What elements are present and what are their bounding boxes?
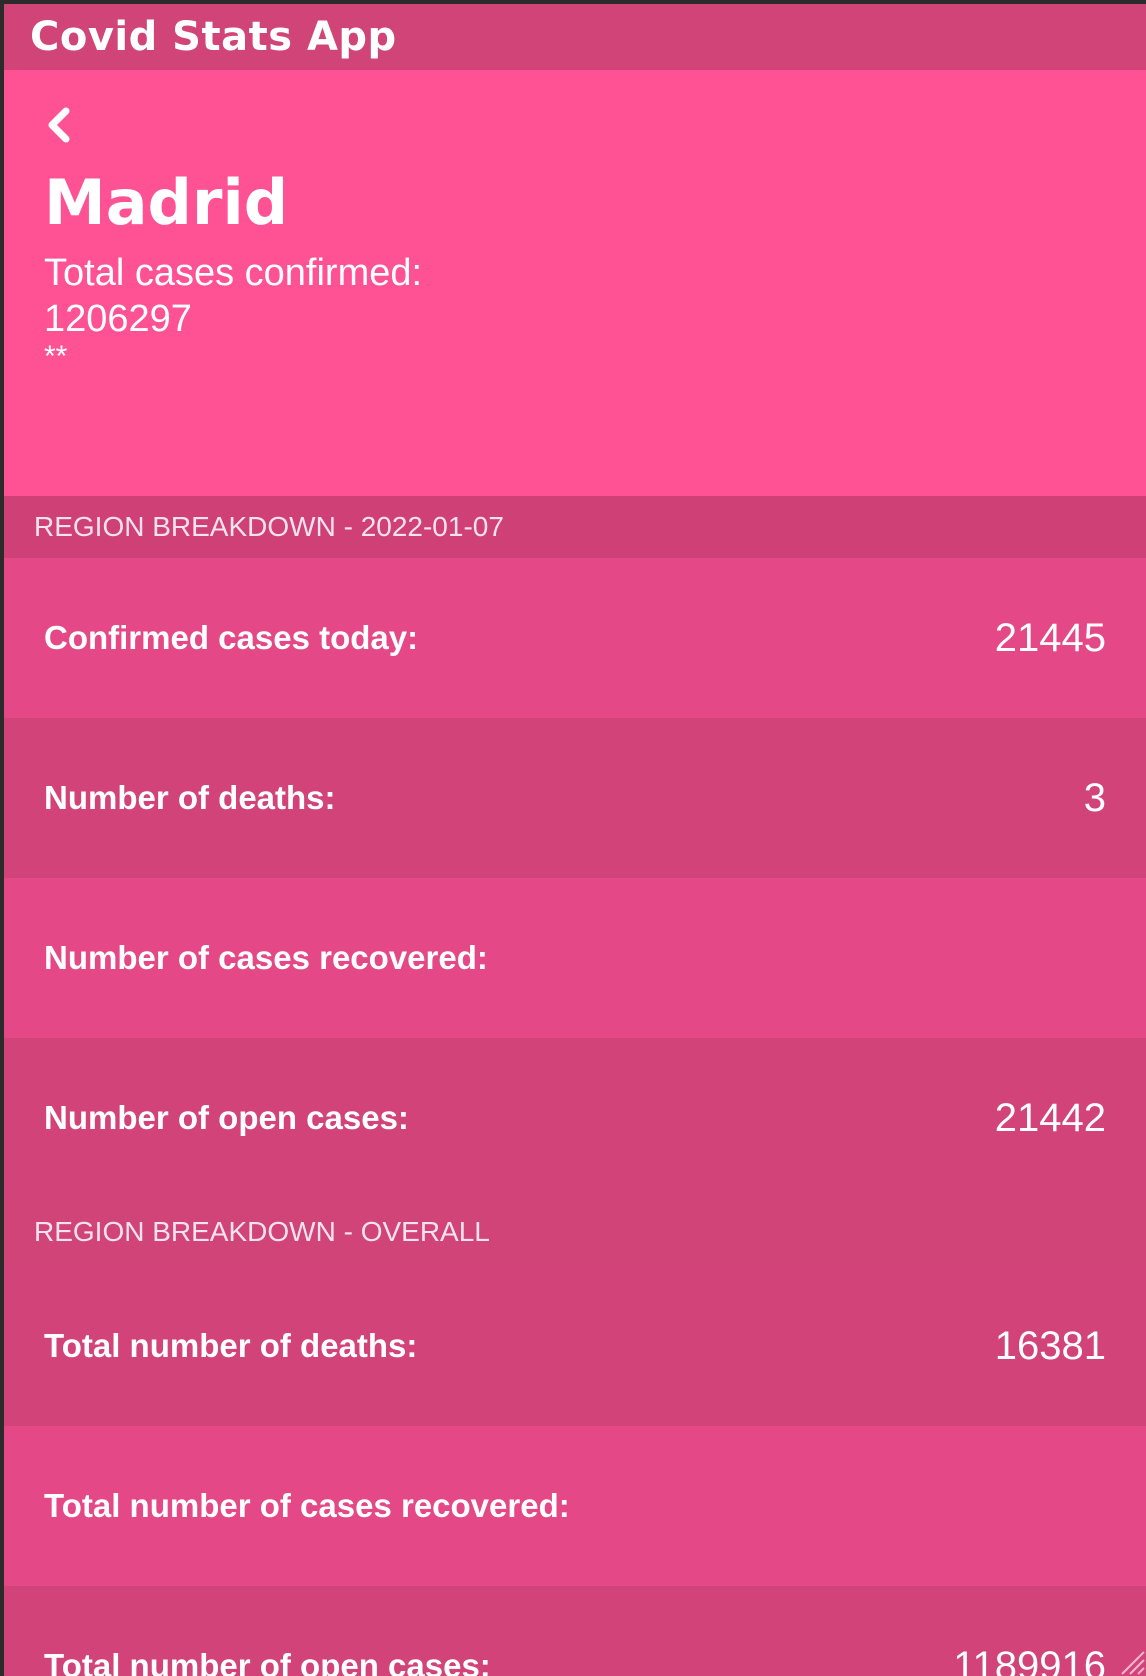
section-header-overall: REGION BREAKDOWN - OVERALL bbox=[4, 1198, 1146, 1266]
stat-value: 21445 bbox=[994, 615, 1106, 660]
stat-label: Number of deaths: bbox=[44, 779, 336, 816]
total-cases-value: 1206297 bbox=[44, 298, 192, 340]
stat-row-confirmed-today: Confirmed cases today: 21445 bbox=[4, 558, 1146, 718]
stat-label: Confirmed cases today: bbox=[44, 619, 419, 656]
stat-row-total-open-cases: Total number of open cases: 1189916 bbox=[4, 1586, 1146, 1676]
stat-row-recovered: Number of cases recovered: bbox=[4, 878, 1146, 1038]
stat-label: Total number of cases recovered: bbox=[44, 1487, 570, 1524]
stat-value: 16381 bbox=[994, 1323, 1106, 1368]
title-bar: Covid Stats App bbox=[4, 4, 1146, 70]
stat-value: 3 bbox=[1083, 775, 1106, 820]
stat-row-total-deaths: Total number of deaths: 16381 bbox=[4, 1266, 1146, 1426]
footnote-marker: ** bbox=[44, 340, 68, 373]
region-summary: Madrid Total cases confirmed: 1206297 ** bbox=[4, 70, 1146, 496]
resize-grip-icon[interactable] bbox=[1112, 1642, 1146, 1676]
stat-row-deaths: Number of deaths: 3 bbox=[4, 718, 1146, 878]
app-title: Covid Stats App bbox=[30, 14, 397, 60]
total-cases-label: Total cases confirmed: bbox=[44, 252, 423, 294]
stat-label: Total number of deaths: bbox=[44, 1327, 418, 1364]
chevron-left-icon bbox=[48, 107, 70, 143]
stat-label: Number of open cases: bbox=[44, 1099, 409, 1136]
stat-label: Total number of open cases: bbox=[44, 1647, 491, 1676]
section-header-daily: REGION BREAKDOWN - 2022-01-07 bbox=[4, 496, 1146, 558]
stat-value: 21442 bbox=[994, 1095, 1106, 1140]
stat-label: Number of cases recovered: bbox=[44, 939, 488, 976]
region-name: Madrid bbox=[44, 166, 289, 239]
stat-value: 1189916 bbox=[953, 1643, 1106, 1676]
app-window: Covid Stats App Madrid Total cases confi… bbox=[4, 4, 1146, 1676]
back-button[interactable] bbox=[44, 100, 84, 150]
stat-row-open-cases: Number of open cases: 21442 bbox=[4, 1038, 1146, 1198]
stat-row-total-recovered: Total number of cases recovered: bbox=[4, 1426, 1146, 1586]
